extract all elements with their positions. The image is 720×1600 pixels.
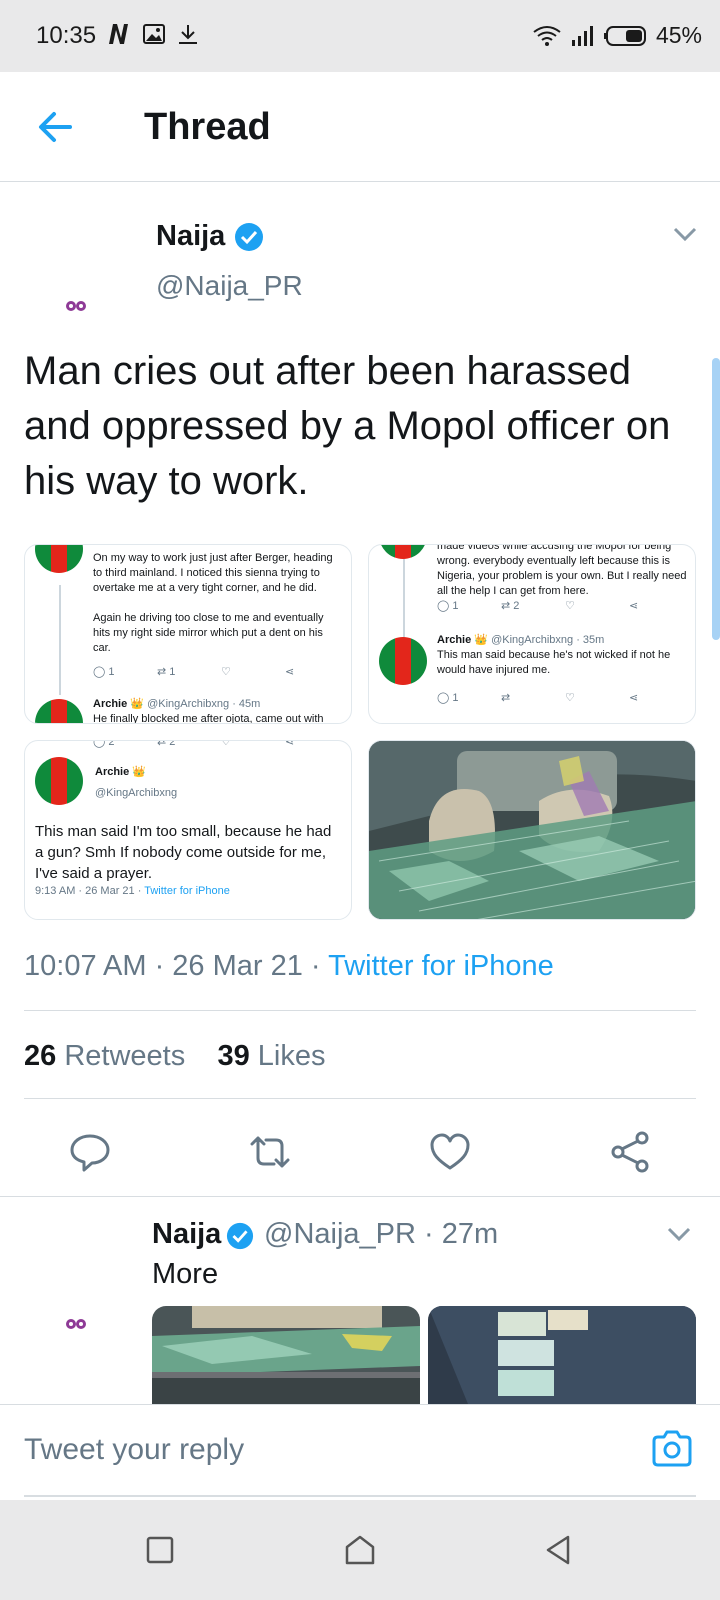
tweet-source-link[interactable]: Twitter for iPhone xyxy=(328,950,554,982)
screenshot-actions: ◯ 2 ⇄ 2 ♡ ⋖ xyxy=(93,740,295,748)
netflix-icon xyxy=(109,24,128,44)
likes-stat[interactable]: 39 Likes xyxy=(217,1040,325,1072)
screenshot-text: This man said I'm too small, because he … xyxy=(35,823,332,882)
flag-avatar xyxy=(35,699,83,723)
notification-icons xyxy=(106,22,200,46)
broken-glass-photo xyxy=(369,741,695,919)
image-icon xyxy=(143,24,165,44)
reply-text: More xyxy=(152,1258,219,1290)
tweet-text: Man cries out after been harassed and op… xyxy=(24,349,671,503)
screenshot-text: This man said because he's not wicked if… xyxy=(437,649,671,676)
chevron-down-icon[interactable] xyxy=(672,226,698,242)
author-handle[interactable]: @Naija_PR xyxy=(156,270,303,302)
reply-author-name[interactable]: Naija xyxy=(152,1218,221,1251)
screenshot-meta: Archie 👑 @KingArchibxng · 35m xyxy=(437,634,605,646)
verified-badge-icon xyxy=(235,223,263,251)
back-triangle-icon[interactable] xyxy=(540,1532,576,1568)
like-heart-icon[interactable] xyxy=(428,1130,472,1174)
screenshot-actions: ◯ 1 ⇄ 1 ♡ ⋖ xyxy=(93,666,295,678)
reply-icon[interactable] xyxy=(68,1130,112,1174)
recent-apps-icon[interactable] xyxy=(142,1532,178,1568)
tweet-image-2[interactable]: made videos while accusing the Mopol for… xyxy=(368,544,696,724)
tweet-timestamp: 10:07 AM · 26 Mar 21 · Twitter for iPhon… xyxy=(24,950,554,982)
flag-avatar xyxy=(35,757,83,805)
tweet-actions xyxy=(0,1120,720,1180)
back-arrow-icon[interactable] xyxy=(30,102,80,152)
status-right: 45% xyxy=(532,22,702,49)
screenshot-actions: ◯ 1 ⇄ 2 ♡ ⋖ xyxy=(437,600,639,612)
reply-image-1[interactable] xyxy=(152,1306,420,1404)
flag-avatar xyxy=(35,545,83,573)
divider xyxy=(24,1010,696,1011)
scrollbar[interactable] xyxy=(712,358,720,640)
screenshot-text: On my way to work just just after Berger… xyxy=(93,552,333,594)
retweet-icon[interactable] xyxy=(248,1130,292,1174)
broken-glass-photo xyxy=(152,1306,420,1404)
author-name[interactable]: Naija xyxy=(156,220,225,253)
screenshot-text: He finally blocked me after ojota, came … xyxy=(93,713,324,724)
reply-image-2[interactable] xyxy=(428,1306,696,1404)
screenshot-meta: 9:13 AM · 26 Mar 21 · Twitter for iPhone xyxy=(35,885,230,897)
screenshot-meta: Archie 👑 @KingArchibxng · 45m xyxy=(93,698,261,710)
share-icon[interactable] xyxy=(608,1130,652,1174)
tweet-image-1[interactable]: On my way to work just just after Berger… xyxy=(24,544,352,724)
windshield-stickers-photo xyxy=(428,1306,696,1404)
section-divider xyxy=(0,1196,720,1197)
screenshot-meta: @KingArchibxng xyxy=(95,787,178,799)
tweet-stats: 26 Retweets 39 Likes xyxy=(24,1040,325,1073)
tweet-image-4[interactable] xyxy=(368,740,696,920)
home-icon[interactable] xyxy=(342,1532,378,1568)
signal-icon xyxy=(571,25,593,46)
reply-author-handle[interactable]: @Naija_PR · 27m xyxy=(264,1218,498,1251)
screenshot-text: Again he driving too close to me and eve… xyxy=(93,612,324,654)
screenshot-text: made videos while accusing the Mopol for… xyxy=(437,544,687,597)
flag-avatar xyxy=(379,545,427,559)
thread-header: Thread xyxy=(0,72,720,182)
wifi-icon xyxy=(533,25,561,46)
status-bar: 10:35 45% xyxy=(0,0,720,72)
reply-composer xyxy=(0,1404,720,1500)
reply-underline xyxy=(24,1495,696,1497)
screenshot-meta: Archie 👑 xyxy=(95,766,147,778)
battery-icon xyxy=(603,25,646,46)
tweet-image-3[interactable]: ◯ 2 ⇄ 2 ♡ ⋖ Archie 👑 @KingArchibxng This… xyxy=(24,740,352,920)
battery-level: 45% xyxy=(655,22,702,48)
download-icon xyxy=(179,25,197,44)
retweets-stat[interactable]: 26 Retweets xyxy=(24,1040,185,1072)
flag-avatar xyxy=(379,637,427,685)
system-nav-bar xyxy=(0,1500,720,1600)
divider xyxy=(24,1098,696,1099)
verified-badge-icon xyxy=(226,1222,254,1250)
reply-input[interactable] xyxy=(24,1433,584,1467)
chevron-down-icon[interactable] xyxy=(666,1226,692,1242)
screenshot-actions: ◯ 1 ⇄ ♡ ⋖ xyxy=(437,692,639,704)
avatar[interactable] xyxy=(64,1318,88,1330)
thread-line xyxy=(403,545,405,641)
page-title: Thread xyxy=(144,106,271,148)
status-time: 10:35 xyxy=(36,22,97,49)
thread-line xyxy=(59,585,61,695)
camera-icon[interactable] xyxy=(650,1427,694,1471)
avatar[interactable] xyxy=(64,300,88,312)
